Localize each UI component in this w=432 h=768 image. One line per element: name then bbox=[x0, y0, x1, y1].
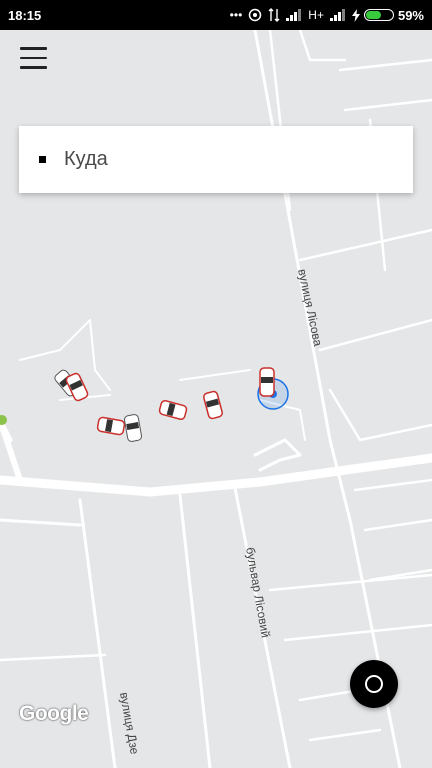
destination-label: Куда bbox=[64, 148, 108, 170]
my-location-button[interactable] bbox=[350, 660, 398, 708]
status-time: 18:15 bbox=[8, 7, 42, 23]
google-logo: Google bbox=[19, 702, 89, 725]
menu-line bbox=[20, 56, 47, 60]
menu-line bbox=[20, 47, 47, 50]
car-marker bbox=[259, 367, 275, 397]
charging-icon bbox=[351, 8, 360, 22]
battery-fill bbox=[365, 11, 382, 19]
battery-percent: 59% bbox=[397, 7, 424, 23]
signal-icon bbox=[329, 9, 346, 21]
destination-marker-icon bbox=[39, 156, 46, 163]
battery-icon bbox=[363, 9, 394, 21]
status-bar: 18:15 ••• H+ 59% bbox=[0, 0, 432, 30]
battery-indicator: 59% bbox=[351, 7, 424, 23]
destination-input[interactable]: Куда bbox=[19, 126, 413, 193]
more-dots-icon: ••• bbox=[229, 8, 243, 22]
hotspot-icon bbox=[248, 8, 262, 22]
status-icons: ••• H+ 59% bbox=[230, 8, 424, 23]
menu-button[interactable] bbox=[12, 40, 56, 76]
data-transfer-icon bbox=[268, 8, 280, 22]
signal-icon bbox=[286, 9, 302, 21]
location-ring-icon bbox=[365, 675, 383, 693]
network-type-label: H+ bbox=[308, 8, 324, 22]
menu-line bbox=[20, 66, 47, 69]
